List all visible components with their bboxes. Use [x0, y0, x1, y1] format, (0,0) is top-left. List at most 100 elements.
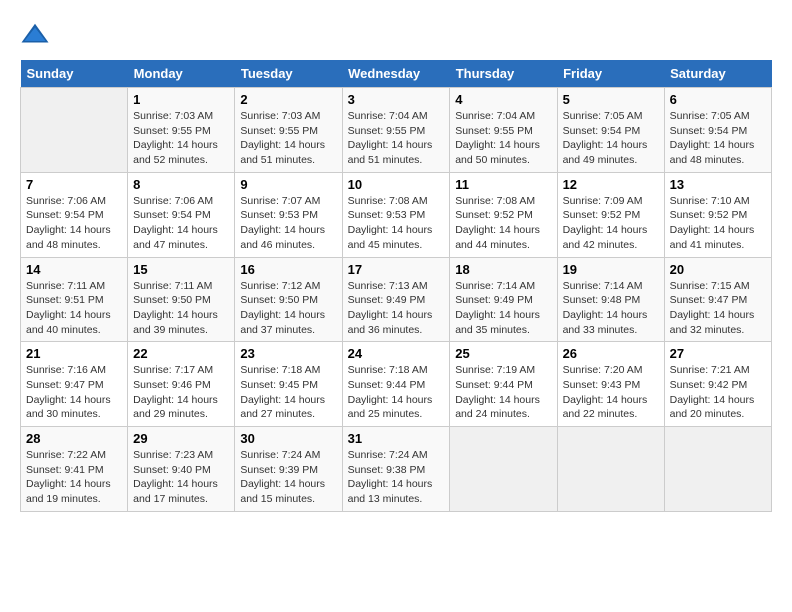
- calendar-cell: 13 Sunrise: 7:10 AMSunset: 9:52 PMDaylig…: [664, 172, 771, 257]
- calendar-cell: 9 Sunrise: 7:07 AMSunset: 9:53 PMDayligh…: [235, 172, 342, 257]
- weekday-header-wednesday: Wednesday: [342, 60, 450, 88]
- day-info: Sunrise: 7:06 AMSunset: 9:54 PMDaylight:…: [133, 195, 218, 251]
- weekday-header-tuesday: Tuesday: [235, 60, 342, 88]
- calendar-cell: 23 Sunrise: 7:18 AMSunset: 9:45 PMDaylig…: [235, 342, 342, 427]
- calendar-cell: [450, 427, 557, 512]
- calendar-cell: 20 Sunrise: 7:15 AMSunset: 9:47 PMDaylig…: [664, 257, 771, 342]
- day-info: Sunrise: 7:18 AMSunset: 9:44 PMDaylight:…: [348, 364, 433, 420]
- day-number: 4: [455, 92, 551, 107]
- day-number: 20: [670, 262, 766, 277]
- calendar-cell: 22 Sunrise: 7:17 AMSunset: 9:46 PMDaylig…: [128, 342, 235, 427]
- day-number: 11: [455, 177, 551, 192]
- day-number: 26: [563, 346, 659, 361]
- day-info: Sunrise: 7:11 AMSunset: 9:50 PMDaylight:…: [133, 280, 218, 336]
- day-number: 31: [348, 431, 445, 446]
- calendar-cell: 8 Sunrise: 7:06 AMSunset: 9:54 PMDayligh…: [128, 172, 235, 257]
- weekday-header-saturday: Saturday: [664, 60, 771, 88]
- day-info: Sunrise: 7:23 AMSunset: 9:40 PMDaylight:…: [133, 449, 218, 505]
- day-number: 25: [455, 346, 551, 361]
- calendar-week-4: 21 Sunrise: 7:16 AMSunset: 9:47 PMDaylig…: [21, 342, 772, 427]
- day-number: 16: [240, 262, 336, 277]
- calendar-cell: [664, 427, 771, 512]
- day-info: Sunrise: 7:17 AMSunset: 9:46 PMDaylight:…: [133, 364, 218, 420]
- day-info: Sunrise: 7:13 AMSunset: 9:49 PMDaylight:…: [348, 280, 433, 336]
- day-info: Sunrise: 7:10 AMSunset: 9:52 PMDaylight:…: [670, 195, 755, 251]
- calendar-cell: 10 Sunrise: 7:08 AMSunset: 9:53 PMDaylig…: [342, 172, 450, 257]
- calendar-cell: 29 Sunrise: 7:23 AMSunset: 9:40 PMDaylig…: [128, 427, 235, 512]
- day-number: 27: [670, 346, 766, 361]
- calendar-table: SundayMondayTuesdayWednesdayThursdayFrid…: [20, 60, 772, 512]
- logo: [20, 20, 54, 50]
- day-info: Sunrise: 7:24 AMSunset: 9:39 PMDaylight:…: [240, 449, 325, 505]
- day-info: Sunrise: 7:12 AMSunset: 9:50 PMDaylight:…: [240, 280, 325, 336]
- day-info: Sunrise: 7:11 AMSunset: 9:51 PMDaylight:…: [26, 280, 111, 336]
- page-header: [20, 20, 772, 50]
- day-number: 17: [348, 262, 445, 277]
- day-number: 18: [455, 262, 551, 277]
- day-info: Sunrise: 7:21 AMSunset: 9:42 PMDaylight:…: [670, 364, 755, 420]
- calendar-cell: 4 Sunrise: 7:04 AMSunset: 9:55 PMDayligh…: [450, 88, 557, 173]
- calendar-cell: 25 Sunrise: 7:19 AMSunset: 9:44 PMDaylig…: [450, 342, 557, 427]
- logo-icon: [20, 20, 50, 50]
- weekday-header-monday: Monday: [128, 60, 235, 88]
- day-number: 24: [348, 346, 445, 361]
- calendar-week-1: 1 Sunrise: 7:03 AMSunset: 9:55 PMDayligh…: [21, 88, 772, 173]
- weekday-header-friday: Friday: [557, 60, 664, 88]
- day-info: Sunrise: 7:20 AMSunset: 9:43 PMDaylight:…: [563, 364, 648, 420]
- day-info: Sunrise: 7:24 AMSunset: 9:38 PMDaylight:…: [348, 449, 433, 505]
- day-number: 2: [240, 92, 336, 107]
- day-info: Sunrise: 7:05 AMSunset: 9:54 PMDaylight:…: [563, 110, 648, 166]
- day-info: Sunrise: 7:22 AMSunset: 9:41 PMDaylight:…: [26, 449, 111, 505]
- calendar-cell: [557, 427, 664, 512]
- calendar-cell: 16 Sunrise: 7:12 AMSunset: 9:50 PMDaylig…: [235, 257, 342, 342]
- day-number: 7: [26, 177, 122, 192]
- day-info: Sunrise: 7:18 AMSunset: 9:45 PMDaylight:…: [240, 364, 325, 420]
- day-info: Sunrise: 7:14 AMSunset: 9:49 PMDaylight:…: [455, 280, 540, 336]
- day-info: Sunrise: 7:15 AMSunset: 9:47 PMDaylight:…: [670, 280, 755, 336]
- calendar-cell: 19 Sunrise: 7:14 AMSunset: 9:48 PMDaylig…: [557, 257, 664, 342]
- day-number: 29: [133, 431, 229, 446]
- calendar-week-3: 14 Sunrise: 7:11 AMSunset: 9:51 PMDaylig…: [21, 257, 772, 342]
- day-number: 5: [563, 92, 659, 107]
- day-number: 6: [670, 92, 766, 107]
- day-info: Sunrise: 7:06 AMSunset: 9:54 PMDaylight:…: [26, 195, 111, 251]
- day-number: 8: [133, 177, 229, 192]
- day-number: 10: [348, 177, 445, 192]
- day-number: 3: [348, 92, 445, 107]
- calendar-week-5: 28 Sunrise: 7:22 AMSunset: 9:41 PMDaylig…: [21, 427, 772, 512]
- calendar-cell: 1 Sunrise: 7:03 AMSunset: 9:55 PMDayligh…: [128, 88, 235, 173]
- calendar-cell: 15 Sunrise: 7:11 AMSunset: 9:50 PMDaylig…: [128, 257, 235, 342]
- calendar-cell: 31 Sunrise: 7:24 AMSunset: 9:38 PMDaylig…: [342, 427, 450, 512]
- calendar-cell: 7 Sunrise: 7:06 AMSunset: 9:54 PMDayligh…: [21, 172, 128, 257]
- day-number: 21: [26, 346, 122, 361]
- calendar-cell: 6 Sunrise: 7:05 AMSunset: 9:54 PMDayligh…: [664, 88, 771, 173]
- day-number: 28: [26, 431, 122, 446]
- day-number: 12: [563, 177, 659, 192]
- weekday-header-sunday: Sunday: [21, 60, 128, 88]
- calendar-cell: [21, 88, 128, 173]
- calendar-cell: 17 Sunrise: 7:13 AMSunset: 9:49 PMDaylig…: [342, 257, 450, 342]
- day-number: 15: [133, 262, 229, 277]
- calendar-cell: 27 Sunrise: 7:21 AMSunset: 9:42 PMDaylig…: [664, 342, 771, 427]
- calendar-cell: 24 Sunrise: 7:18 AMSunset: 9:44 PMDaylig…: [342, 342, 450, 427]
- calendar-cell: 12 Sunrise: 7:09 AMSunset: 9:52 PMDaylig…: [557, 172, 664, 257]
- day-number: 19: [563, 262, 659, 277]
- calendar-cell: 2 Sunrise: 7:03 AMSunset: 9:55 PMDayligh…: [235, 88, 342, 173]
- day-info: Sunrise: 7:16 AMSunset: 9:47 PMDaylight:…: [26, 364, 111, 420]
- day-info: Sunrise: 7:05 AMSunset: 9:54 PMDaylight:…: [670, 110, 755, 166]
- day-info: Sunrise: 7:04 AMSunset: 9:55 PMDaylight:…: [348, 110, 433, 166]
- calendar-cell: 5 Sunrise: 7:05 AMSunset: 9:54 PMDayligh…: [557, 88, 664, 173]
- calendar-week-2: 7 Sunrise: 7:06 AMSunset: 9:54 PMDayligh…: [21, 172, 772, 257]
- calendar-cell: 26 Sunrise: 7:20 AMSunset: 9:43 PMDaylig…: [557, 342, 664, 427]
- day-info: Sunrise: 7:08 AMSunset: 9:52 PMDaylight:…: [455, 195, 540, 251]
- calendar-cell: 18 Sunrise: 7:14 AMSunset: 9:49 PMDaylig…: [450, 257, 557, 342]
- day-info: Sunrise: 7:03 AMSunset: 9:55 PMDaylight:…: [133, 110, 218, 166]
- day-number: 1: [133, 92, 229, 107]
- calendar-cell: 11 Sunrise: 7:08 AMSunset: 9:52 PMDaylig…: [450, 172, 557, 257]
- day-info: Sunrise: 7:08 AMSunset: 9:53 PMDaylight:…: [348, 195, 433, 251]
- day-number: 30: [240, 431, 336, 446]
- calendar-cell: 28 Sunrise: 7:22 AMSunset: 9:41 PMDaylig…: [21, 427, 128, 512]
- day-number: 22: [133, 346, 229, 361]
- day-info: Sunrise: 7:07 AMSunset: 9:53 PMDaylight:…: [240, 195, 325, 251]
- weekday-header-thursday: Thursday: [450, 60, 557, 88]
